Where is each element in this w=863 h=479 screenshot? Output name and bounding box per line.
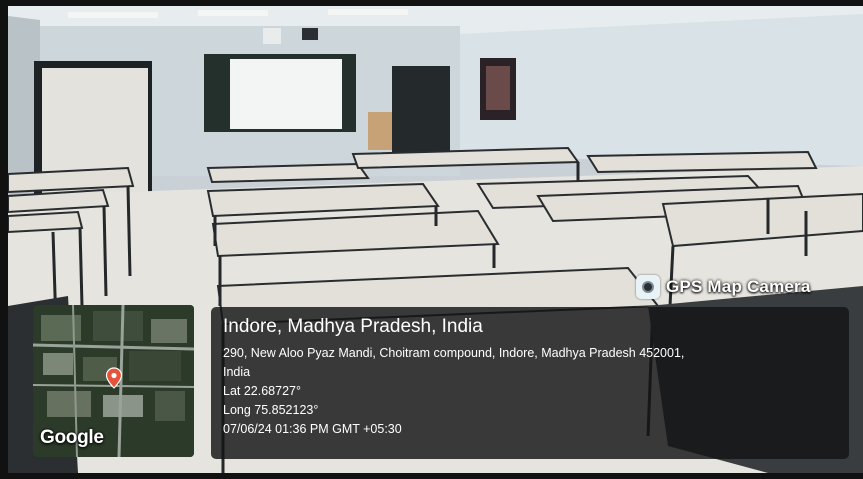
timestamp: 07/06/24 01:36 PM GMT +05:30 bbox=[223, 422, 402, 436]
map-brand-label: Google bbox=[40, 427, 104, 448]
photo-frame: Google GPS Map Camera Indore, Madhya Pra… bbox=[0, 0, 863, 479]
longitude: Long 75.852123° bbox=[223, 403, 319, 417]
address-line-1: 290, New Aloo Pyaz Mandi, Choitram compo… bbox=[223, 346, 685, 360]
gps-watermark: GPS Map Camera bbox=[636, 272, 811, 302]
watermark-label: GPS Map Camera bbox=[666, 277, 811, 296]
map-pin-icon bbox=[105, 367, 123, 389]
map-thumbnail: Google bbox=[33, 305, 194, 457]
location-panel: Indore, Madhya Pradesh, India 290, New A… bbox=[211, 307, 849, 459]
latitude: Lat 22.68727° bbox=[223, 384, 301, 398]
camera-icon bbox=[636, 275, 660, 299]
city-line: Indore, Madhya Pradesh, India bbox=[223, 316, 483, 337]
address-line-2: India bbox=[223, 365, 251, 379]
